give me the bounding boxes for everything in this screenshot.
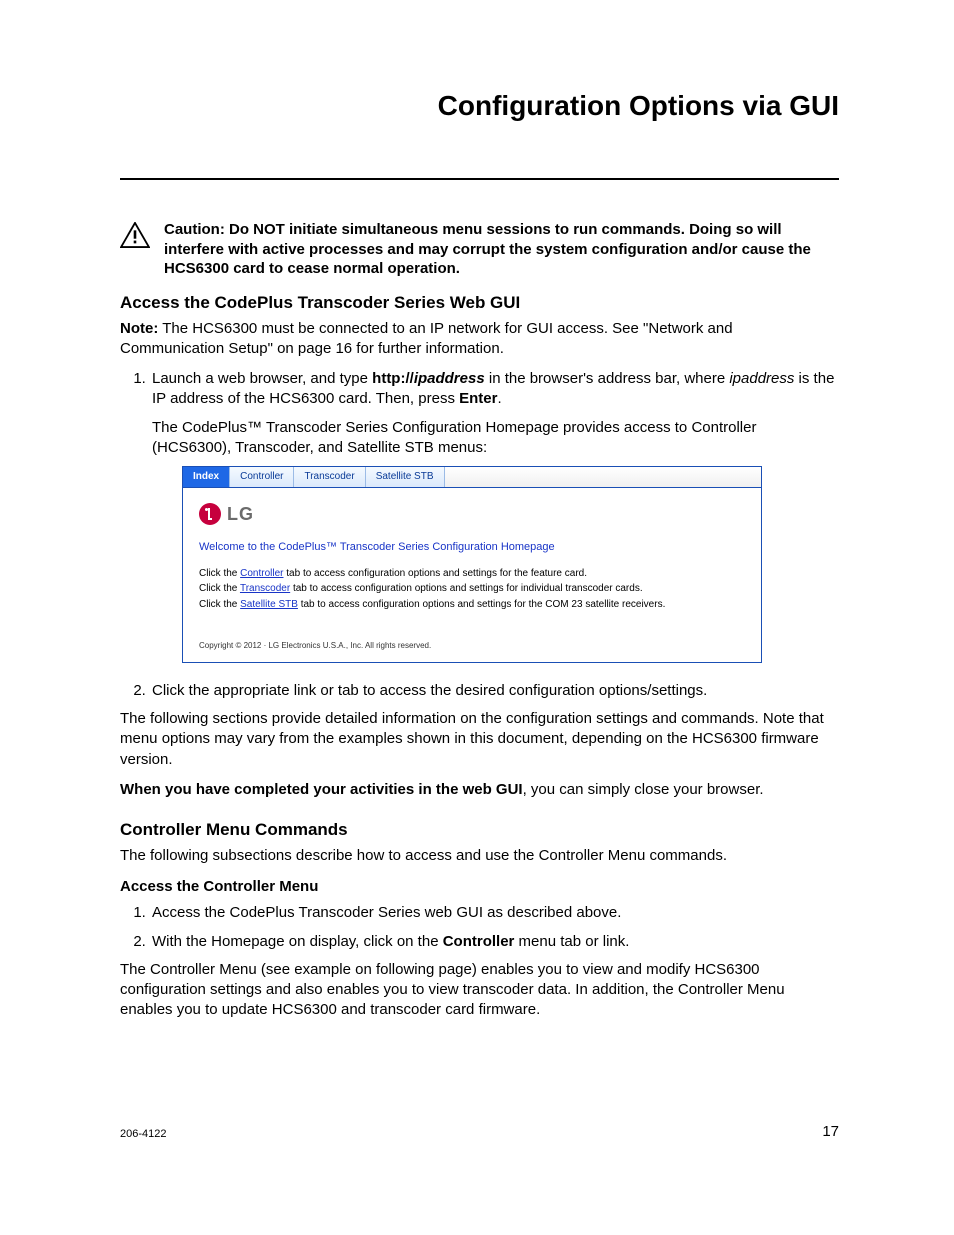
step-1: Launch a web browser, and type http://ip… <box>150 369 839 663</box>
embed-line1-b: tab to access configuration options and … <box>283 568 587 579</box>
embed-tabs: Index Controller Transcoder Satellite ST… <box>183 467 761 488</box>
controller-intro: The following subsections describe how t… <box>120 846 839 866</box>
step1-italic-ipaddress2: ipaddress <box>729 370 794 387</box>
closing-rest: , you can simply close your browser. <box>523 781 764 798</box>
caution-block: Caution: Do NOT initiate simultaneous me… <box>120 220 839 279</box>
step1-sub: The CodePlus™ Transcoder Series Configur… <box>152 418 839 459</box>
embedded-screenshot-wrap: Index Controller Transcoder Satellite ST… <box>182 466 839 663</box>
embed-link-satellite[interactable]: Satellite STB <box>240 599 298 610</box>
lg-logo-icon <box>199 503 221 525</box>
embed-line-1: Click the Controller tab to access confi… <box>199 567 745 581</box>
embedded-homepage: Index Controller Transcoder Satellite ST… <box>182 466 762 663</box>
controller-step2-bold: Controller <box>443 933 515 950</box>
tab-satellite-stb[interactable]: Satellite STB <box>366 467 445 487</box>
para-closing: When you have completed your activities … <box>120 780 839 800</box>
section-heading-controller-menu: Controller Menu Commands <box>120 820 839 840</box>
page-footer: 206-4122 17 <box>120 1123 839 1140</box>
embed-line1-a: Click the <box>199 568 240 579</box>
controller-para-after: The Controller Menu (see example on foll… <box>120 960 839 1021</box>
embed-line3-a: Click the <box>199 599 240 610</box>
step1-text-c: in the browser's address bar, where <box>485 370 730 387</box>
note-label: Note: <box>120 320 158 337</box>
access-gui-steps: Launch a web browser, and type http://ip… <box>120 369 839 701</box>
note-paragraph: Note: The HCS6300 must be connected to a… <box>120 319 839 360</box>
step1-italic-ipaddress: ipaddress <box>414 370 485 387</box>
embed-line3-b: tab to access configuration options and … <box>298 599 665 610</box>
para-following-sections: The following sections provide detailed … <box>120 709 839 770</box>
controller-step2-c: menu tab or link. <box>514 933 629 950</box>
lg-logo: LG <box>199 502 745 526</box>
embed-link-controller[interactable]: Controller <box>240 568 283 579</box>
embed-line2-b: tab to access configuration options and … <box>290 583 642 594</box>
lg-logo-text: LG <box>227 502 254 526</box>
embed-copyright: Copyright © 2012 · LG Electronics U.S.A.… <box>199 641 745 652</box>
embed-line2-a: Click the <box>199 583 240 594</box>
caution-text: Caution: Do NOT initiate simultaneous me… <box>164 220 839 279</box>
tab-transcoder[interactable]: Transcoder <box>294 467 365 487</box>
step1-text-a: Launch a web browser, and type <box>152 370 372 387</box>
note-text: The HCS6300 must be connected to an IP n… <box>120 320 733 357</box>
embed-body: LG Welcome to the CodePlus™ Transcoder S… <box>183 488 761 662</box>
footer-page-number: 17 <box>822 1123 839 1140</box>
controller-steps: Access the CodePlus Transcoder Series we… <box>120 903 839 952</box>
sub-heading-access-controller: Access the Controller Menu <box>120 878 839 895</box>
section-heading-access-gui: Access the CodePlus Transcoder Series We… <box>120 293 839 313</box>
controller-step-2: With the Homepage on display, click on t… <box>150 932 839 952</box>
title-rule <box>120 178 839 180</box>
embed-line-2: Click the Transcoder tab to access confi… <box>199 582 745 596</box>
tab-index[interactable]: Index <box>183 467 230 487</box>
embed-welcome: Welcome to the CodePlus™ Transcoder Seri… <box>199 540 745 555</box>
embed-link-transcoder[interactable]: Transcoder <box>240 583 290 594</box>
controller-step2-a: With the Homepage on display, click on t… <box>152 933 443 950</box>
warning-icon <box>120 222 150 253</box>
step1-bold-enter: Enter <box>459 390 497 407</box>
embed-line-3: Click the Satellite STB tab to access co… <box>199 598 745 612</box>
controller-step-1: Access the CodePlus Transcoder Series we… <box>150 903 839 923</box>
closing-bold: When you have completed your activities … <box>120 781 523 798</box>
step1-text-g: . <box>497 390 501 407</box>
tab-controller[interactable]: Controller <box>230 467 294 487</box>
page-title: Configuration Options via GUI <box>120 90 839 122</box>
step-2: Click the appropriate link or tab to acc… <box>150 681 839 701</box>
footer-doc-id: 206-4122 <box>120 1128 167 1140</box>
step1-bold-http: http:// <box>372 370 414 387</box>
page: Configuration Options via GUI Caution: D… <box>0 0 954 1235</box>
